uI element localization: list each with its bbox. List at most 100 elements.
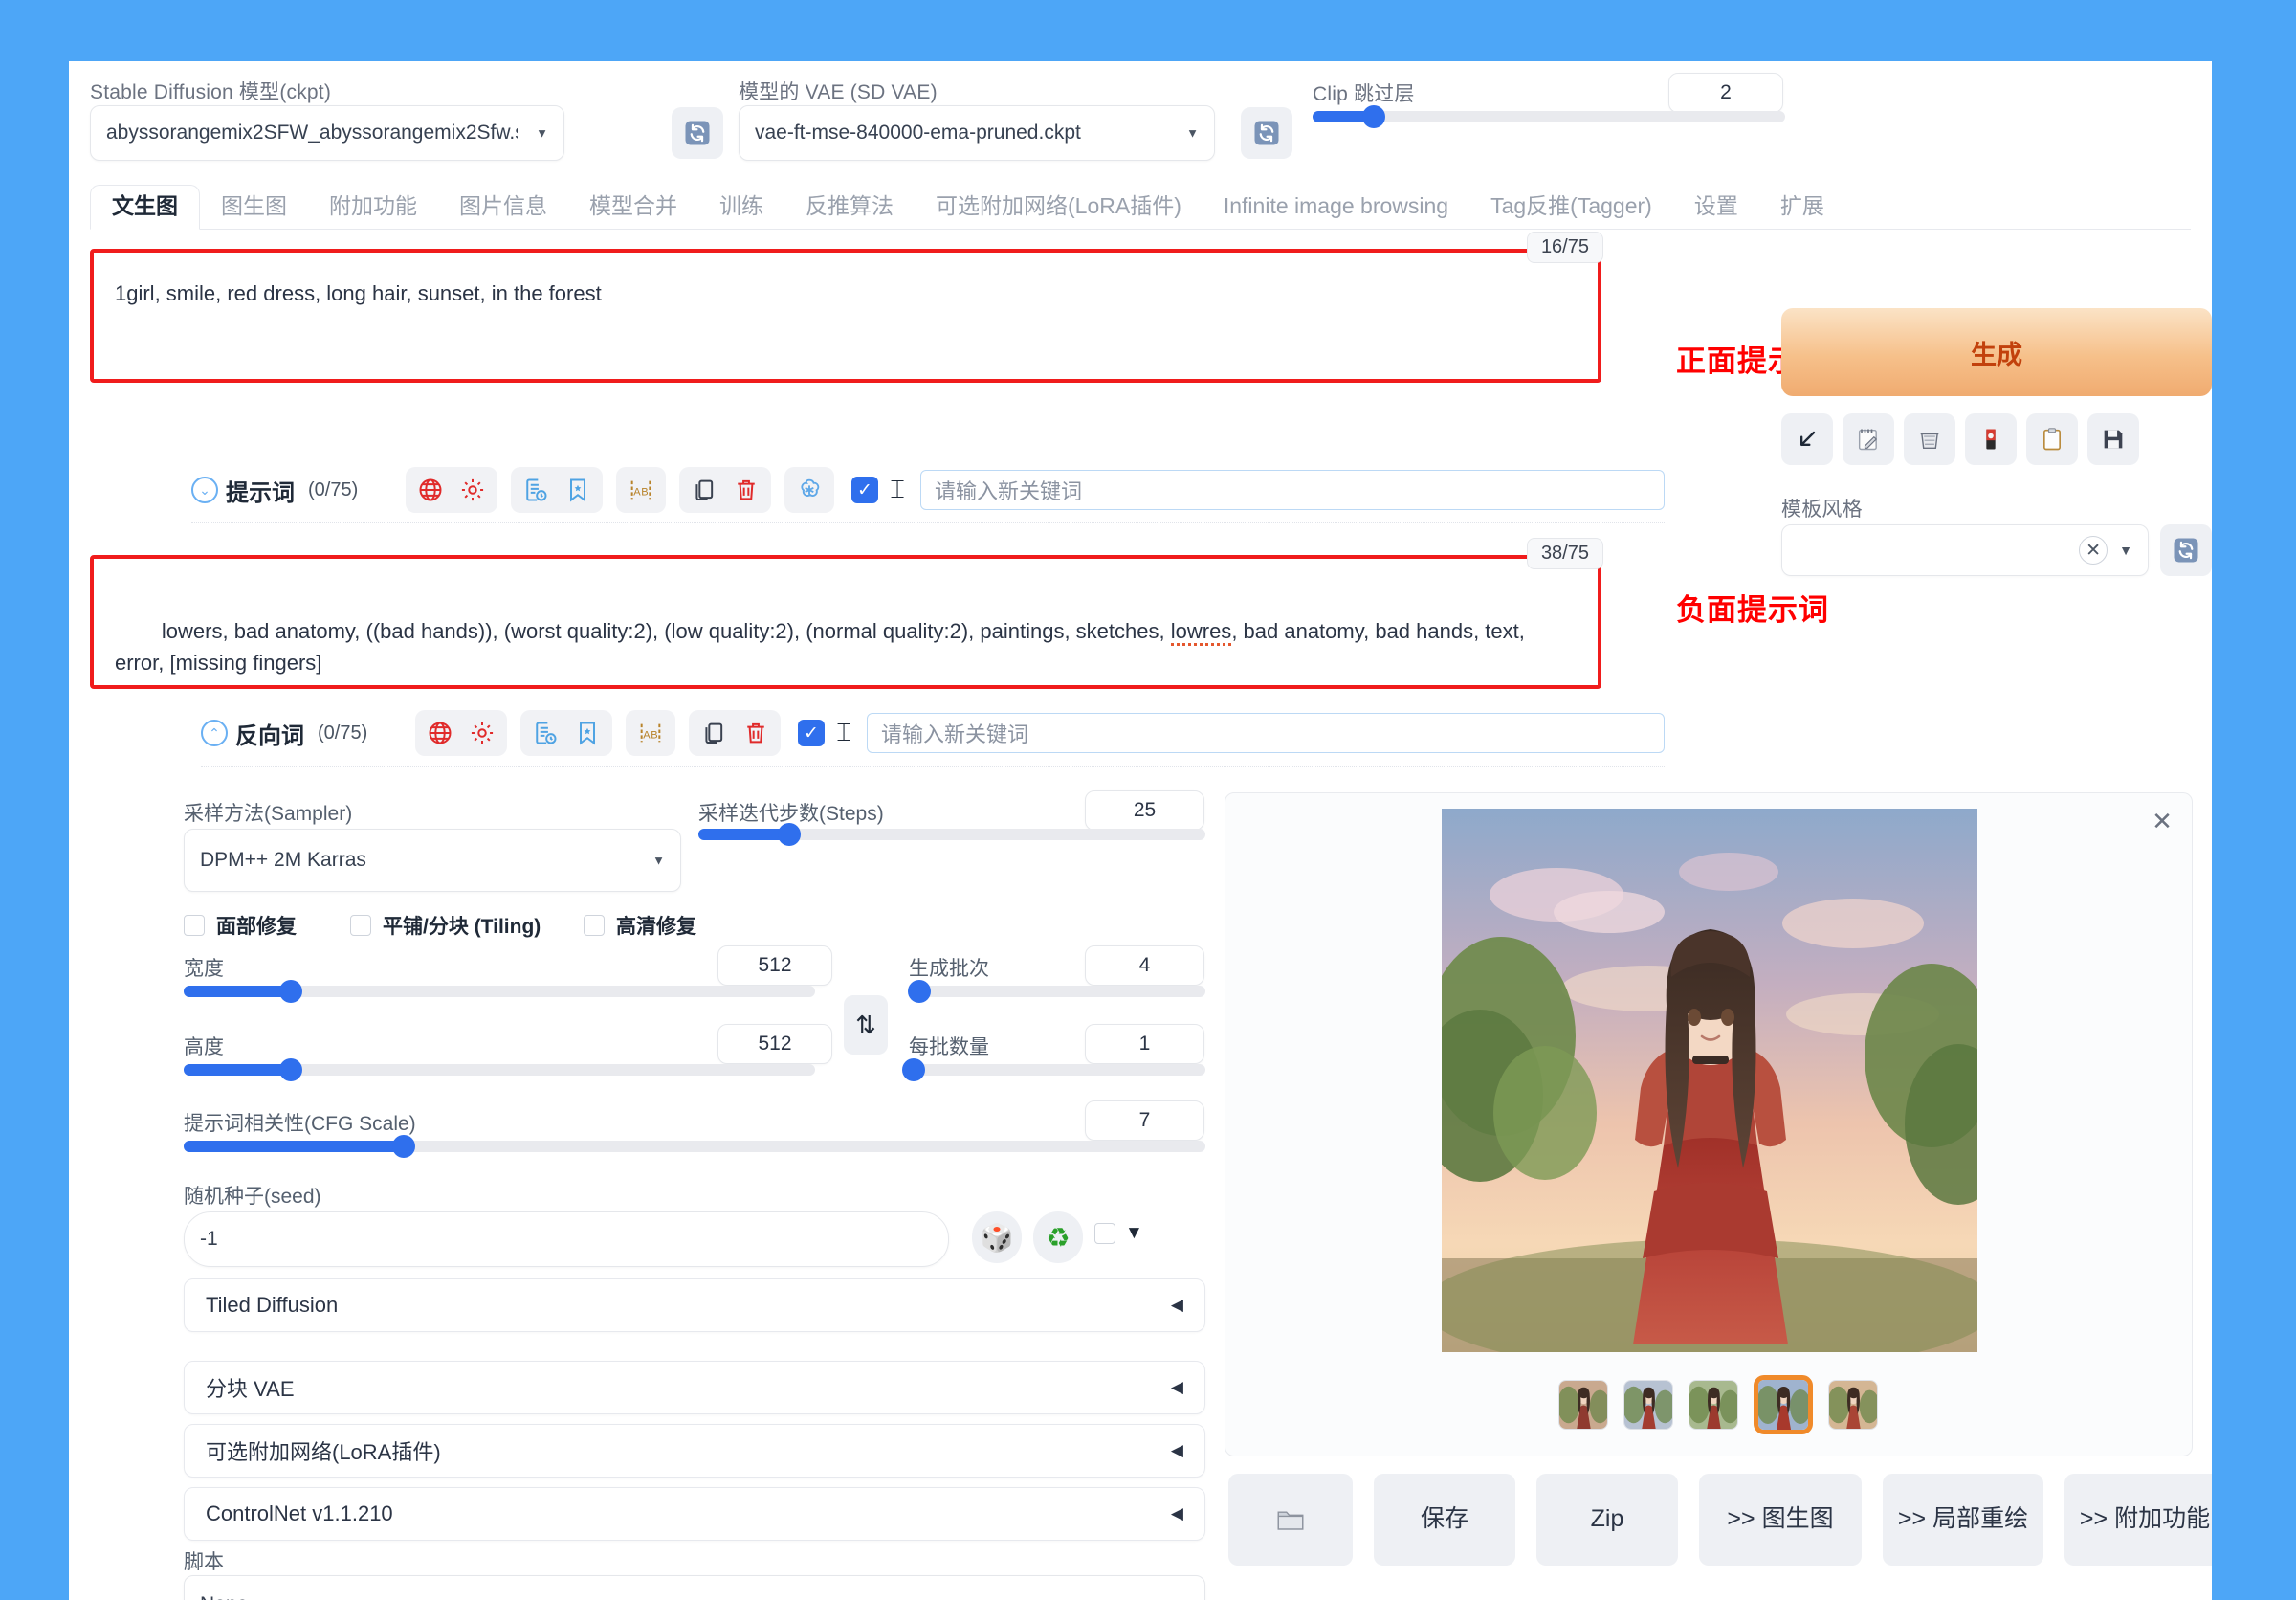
positive-prompt-text[interactable]: 1girl, smile, red dress, long hair, suns…	[115, 278, 1575, 309]
accordion-controlnet[interactable]: ControlNet v1.1.210 ◀	[184, 1487, 1205, 1541]
prompt-keyword-input[interactable]: 请输入新关键词	[920, 470, 1665, 510]
tab-2[interactable]: 附加功能	[308, 186, 438, 229]
thumbnail-3[interactable]	[1754, 1375, 1813, 1434]
style-template-select[interactable]: ✕ ▼	[1781, 524, 2149, 576]
cfg-value[interactable]: 7	[1085, 1100, 1204, 1141]
translate-button[interactable]: A B	[631, 714, 670, 752]
tab-1[interactable]: 图生图	[200, 186, 308, 229]
open-folder-button[interactable]	[1228, 1474, 1353, 1566]
vae-refresh-button[interactable]	[1241, 107, 1292, 159]
thumbnail-2[interactable]	[1689, 1380, 1738, 1430]
negative-prompt-box[interactable]: 38/75 lowers, bad anatomy, ((bad hands))…	[90, 538, 1603, 689]
cfg-slider[interactable]	[184, 1135, 1205, 1158]
history-button[interactable]	[526, 714, 564, 752]
checkbox-icon[interactable]	[350, 915, 371, 936]
settings-button[interactable]	[463, 714, 501, 752]
copy-button[interactable]	[685, 471, 723, 509]
negative-prompt-text[interactable]: lowers, bad anatomy, ((bad hands)), (wor…	[115, 584, 1575, 710]
text-cursor-icon[interactable]: ⌶	[830, 717, 857, 749]
chevron-down-icon[interactable]: ▼	[1125, 1223, 1143, 1244]
batch-count-value[interactable]: 4	[1085, 945, 1204, 986]
text-cursor-icon[interactable]: ⌶	[884, 474, 911, 506]
tab-8[interactable]: Infinite image browsing	[1203, 186, 1469, 229]
width-value[interactable]: 512	[718, 945, 832, 986]
chevron-down-icon[interactable]: ▼	[2119, 543, 2132, 558]
random-seed-button[interactable]: 🎲	[972, 1211, 1022, 1263]
checkbox-checked-icon[interactable]: ✓	[851, 477, 878, 503]
tab-6[interactable]: 反推算法	[784, 186, 915, 229]
tab-11[interactable]: 扩展	[1759, 186, 1845, 229]
thumbnail-4[interactable]	[1828, 1380, 1878, 1430]
generate-button[interactable]: 生成	[1781, 308, 2212, 396]
checkbox-icon[interactable]	[184, 915, 205, 936]
generated-image[interactable]	[1442, 809, 1977, 1352]
send-to-img2img-button[interactable]: >> 图生图	[1699, 1474, 1862, 1566]
chevron-down-circle-icon[interactable]: ⌄	[191, 477, 218, 503]
openai-button[interactable]	[790, 471, 828, 509]
swap-dimensions-button[interactable]: ⇅	[844, 995, 888, 1055]
batch-count-slider[interactable]	[907, 980, 1205, 1003]
bookmark-button[interactable]	[559, 471, 597, 509]
sampler-select[interactable]: DPM++ 2M Karras ▼	[184, 829, 681, 892]
chevron-up-circle-icon[interactable]: ⌃	[201, 720, 228, 746]
history-button[interactable]	[517, 471, 555, 509]
accordion-tiled-diffusion[interactable]: Tiled Diffusion ◀	[184, 1278, 1205, 1332]
tab-5[interactable]: 训练	[698, 186, 784, 229]
slider-knob[interactable]	[279, 980, 303, 1003]
vae-select[interactable]: vae-ft-mse-840000-ema-pruned.ckpt ▼	[739, 105, 1215, 161]
negative-keyword-input[interactable]: 请输入新关键词	[867, 713, 1665, 753]
clip-skip-slider[interactable]	[1313, 105, 1785, 128]
model-select[interactable]: abyssorangemix2SFW_abyssorangemix2Sfw.sa…	[90, 105, 564, 161]
positive-prompt-box[interactable]: 16/75 1girl, smile, red dress, long hair…	[90, 232, 1603, 383]
style-refresh-button[interactable]	[2160, 524, 2212, 576]
checkbox-hires-fix[interactable]: 高清修复	[584, 911, 696, 940]
negative-toolbar-header[interactable]: ⌃ 反向词 (0/75)	[201, 717, 392, 750]
save-button[interactable]: 保存	[1374, 1474, 1515, 1566]
globe-button[interactable]	[421, 714, 459, 752]
tab-3[interactable]: 图片信息	[438, 186, 568, 229]
clear-x-icon[interactable]: ✕	[2079, 536, 2108, 565]
tab-10[interactable]: 设置	[1673, 186, 1759, 229]
translate-button[interactable]: A B	[622, 471, 660, 509]
thumbnail-1[interactable]	[1623, 1380, 1673, 1430]
batch-size-value[interactable]: 1	[1085, 1024, 1204, 1064]
accordion-tiled-vae[interactable]: 分块 VAE ◀	[184, 1361, 1205, 1414]
settings-button[interactable]	[453, 471, 492, 509]
clear-all-button[interactable]	[1904, 413, 1955, 465]
globe-button[interactable]	[411, 471, 450, 509]
checkbox-checked-icon[interactable]: ✓	[798, 720, 825, 746]
tab-9[interactable]: Tag反推(Tagger)	[1469, 186, 1673, 229]
slider-knob[interactable]	[1362, 105, 1386, 128]
batch-size-slider[interactable]	[901, 1058, 1205, 1081]
slider-knob[interactable]	[391, 1135, 415, 1158]
extra-seed-toggle[interactable]: ▼	[1094, 1223, 1143, 1244]
clip-skip-value[interactable]: 2	[1668, 73, 1783, 113]
slider-knob[interactable]	[901, 1058, 925, 1081]
tab-4[interactable]: 模型合并	[568, 186, 698, 229]
height-slider[interactable]	[184, 1058, 815, 1081]
checkbox-face-restore[interactable]: 面部修复	[184, 911, 297, 940]
width-slider[interactable]	[184, 980, 815, 1003]
thumbnail-0[interactable]	[1558, 1380, 1608, 1430]
seed-input[interactable]: -1	[184, 1211, 949, 1267]
copy-button[interactable]	[695, 714, 733, 752]
bookmark-button[interactable]	[568, 714, 607, 752]
checkbox-icon[interactable]	[584, 915, 605, 936]
accordion-lora[interactable]: 可选附加网络(LoRA插件) ◀	[184, 1424, 1205, 1478]
slider-knob[interactable]	[907, 980, 931, 1003]
interrupt-restore-button[interactable]	[1781, 413, 1833, 465]
reuse-seed-button[interactable]: ♻	[1033, 1211, 1083, 1263]
send-to-extras-button[interactable]: >> 附加功能	[2064, 1474, 2212, 1566]
save-style-button[interactable]	[2087, 413, 2139, 465]
height-value[interactable]: 512	[718, 1024, 832, 1064]
model-refresh-button[interactable]	[672, 107, 723, 159]
prompt-toolbar-header[interactable]: ⌄ 提示词 (0/75)	[191, 474, 383, 507]
checkbox-icon[interactable]	[1094, 1223, 1115, 1244]
send-to-inpaint-button[interactable]: >> 局部重绘	[1883, 1474, 2043, 1566]
clear-negative-button[interactable]	[737, 714, 775, 752]
zip-button[interactable]: Zip	[1536, 1474, 1678, 1566]
tab-7[interactable]: 可选附加网络(LoRA插件)	[915, 186, 1203, 229]
script-select[interactable]: None ▼	[184, 1575, 1205, 1600]
steps-slider[interactable]	[698, 823, 1205, 846]
negative-autocomplete-toggle[interactable]: ✓ ⌶	[798, 717, 857, 749]
